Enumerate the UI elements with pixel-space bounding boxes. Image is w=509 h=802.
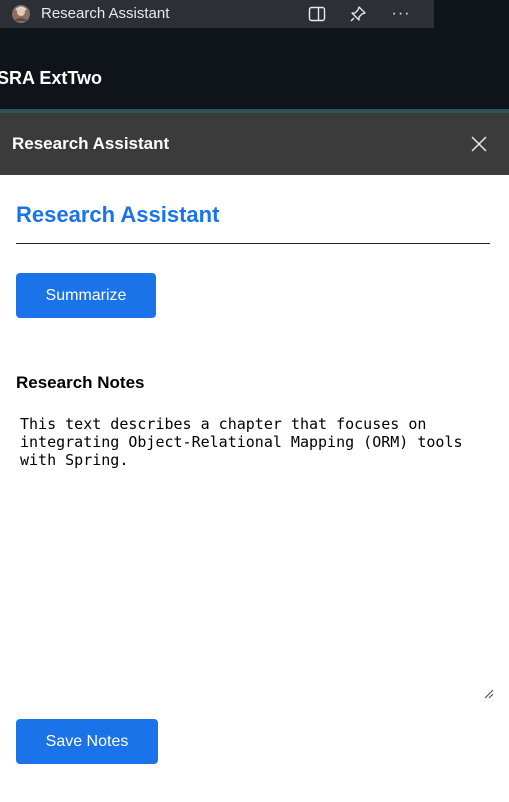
save-notes-button[interactable]: Save Notes (16, 719, 158, 764)
pin-icon[interactable] (345, 2, 371, 26)
extension-avatar-icon (11, 4, 31, 24)
side-panel-title-bar: Research Assistant ··· (0, 0, 434, 28)
more-options-icon[interactable]: ··· (388, 2, 414, 26)
page-title: Research Assistant (16, 202, 220, 227)
research-notes-textarea[interactable]: This text describes a chapter that focus… (16, 409, 500, 707)
close-icon[interactable] (466, 131, 492, 157)
side-panel-window: Research Assistant ··· SRA ExtTwo Resear… (0, 0, 509, 802)
research-notes-label: Research Notes (16, 373, 145, 392)
resize-handle-icon[interactable] (482, 686, 494, 699)
side-panel-title: Research Assistant (41, 5, 170, 22)
title-divider (16, 243, 490, 244)
browser-side-panel-bar: Research Assistant ··· (0, 0, 509, 54)
dialog-title: Research Assistant (12, 134, 170, 153)
split-view-icon[interactable] (304, 2, 330, 26)
extension-name: SRA ExtTwo (0, 68, 103, 88)
dialog-header: Research Assistant (0, 113, 509, 175)
extension-header: SRA ExtTwo (0, 54, 509, 110)
summarize-button[interactable]: Summarize (16, 273, 156, 318)
